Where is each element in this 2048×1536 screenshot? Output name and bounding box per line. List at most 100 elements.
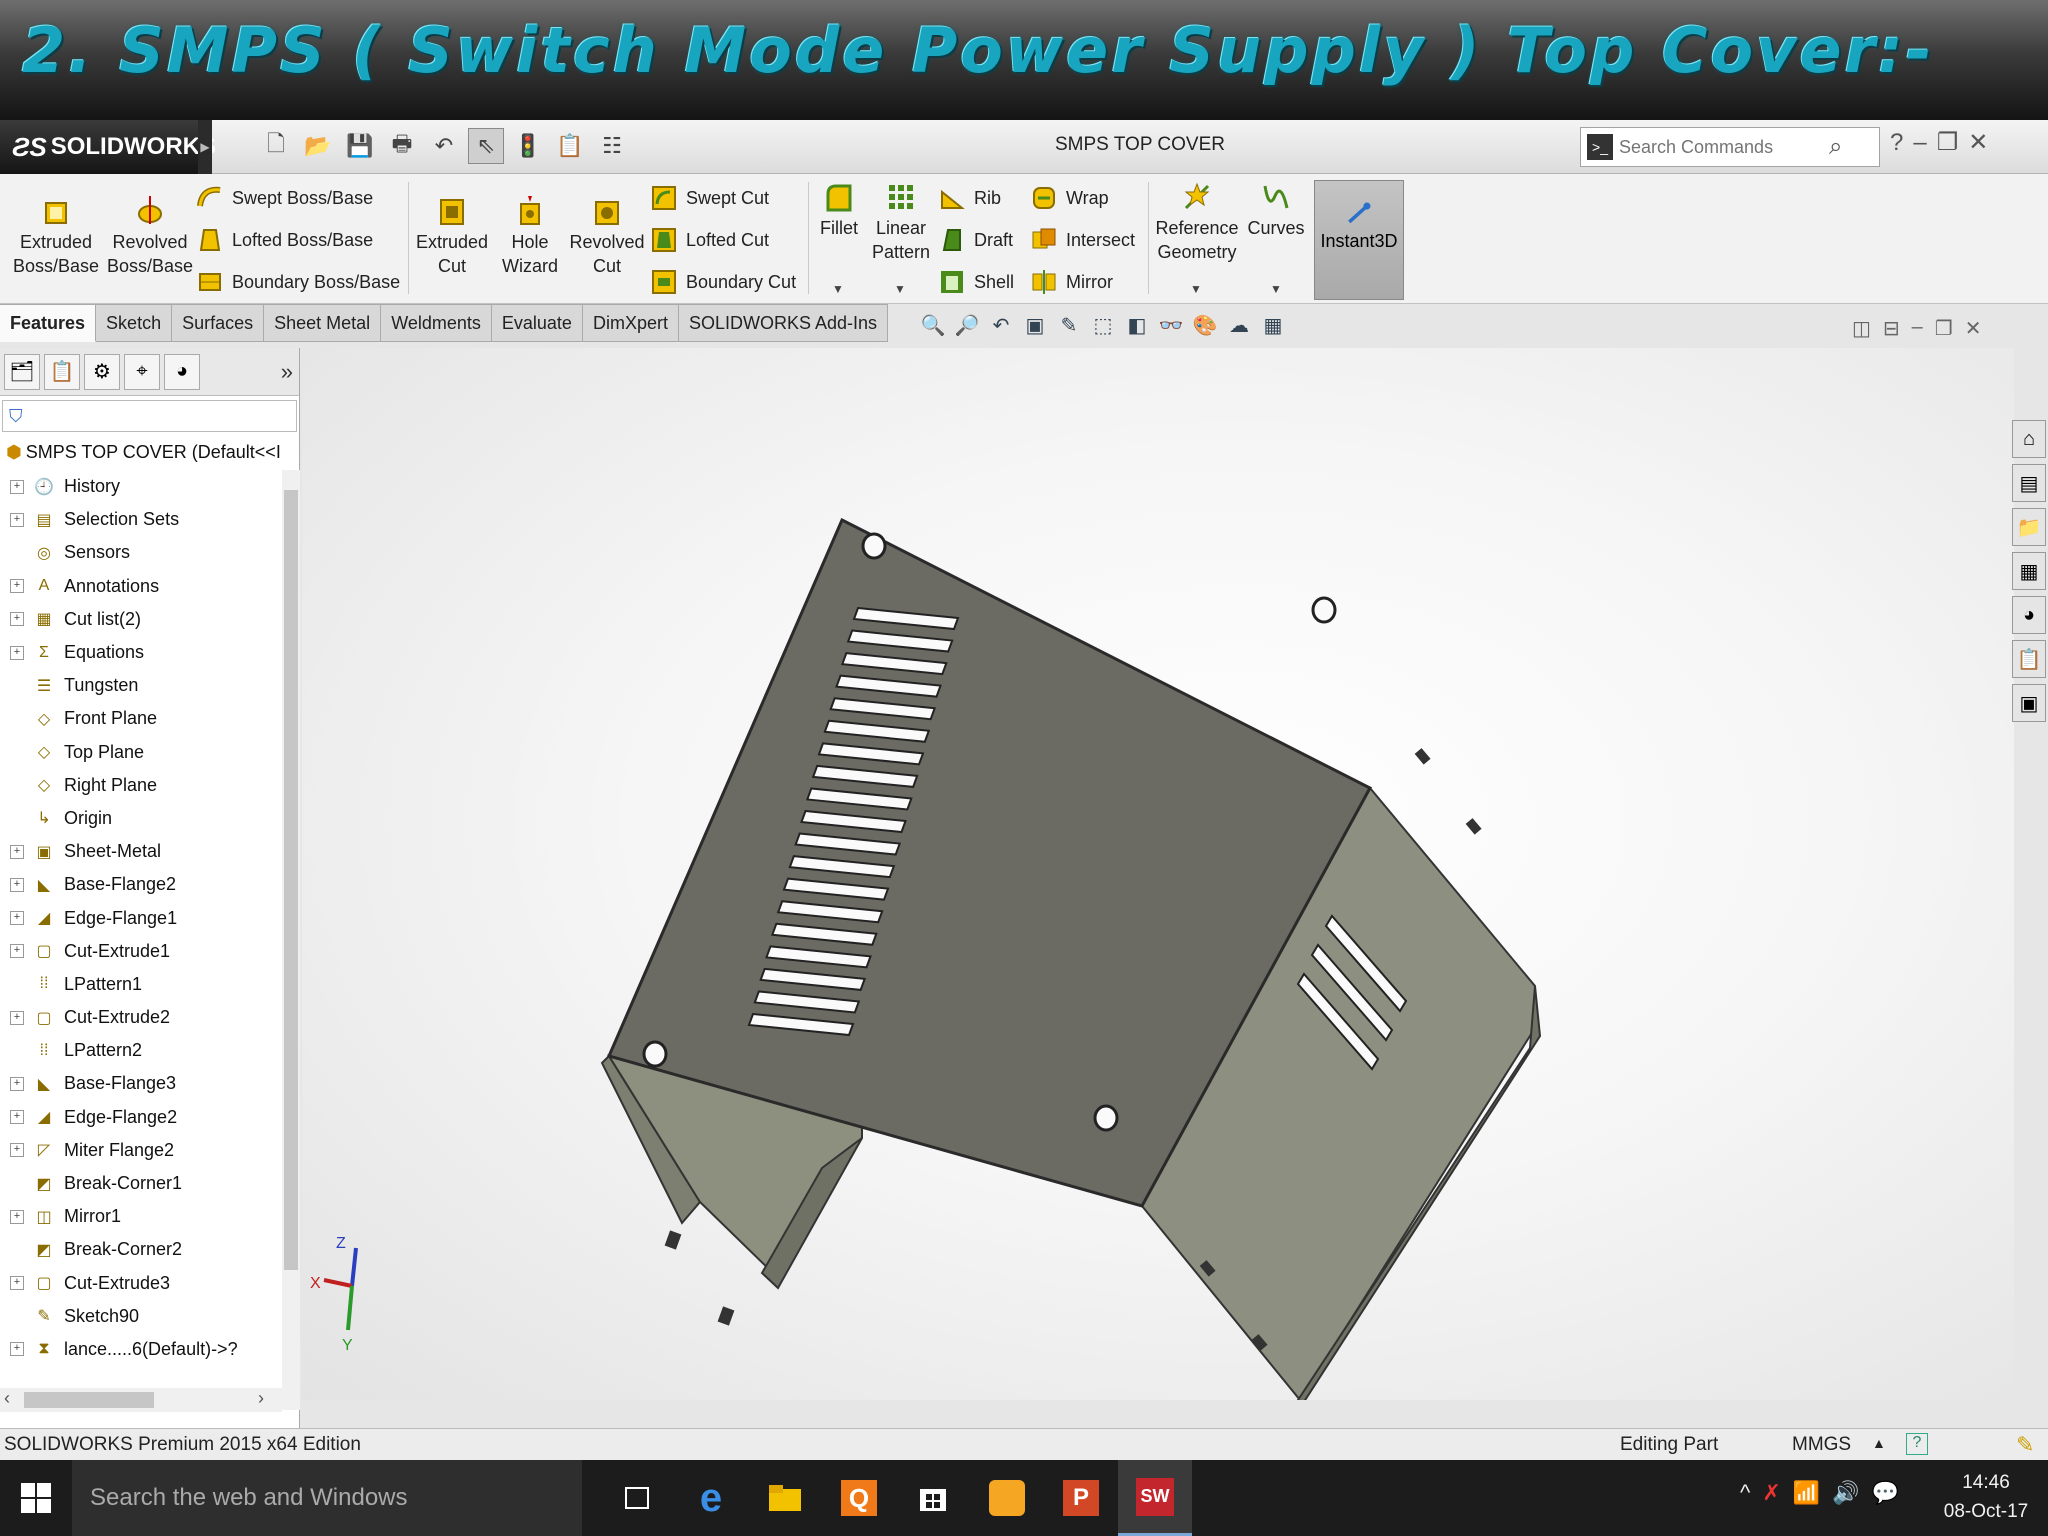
feature-tree-item[interactable]: + A Annotations: [0, 570, 282, 603]
previous-view-icon[interactable]: ↶: [988, 312, 1014, 338]
solidworks-resources-icon[interactable]: ⌂: [2012, 420, 2046, 458]
taskbar-clock[interactable]: 14:46 08-Oct-17: [1926, 1468, 2046, 1526]
swept-cut-button[interactable]: Swept Cut: [650, 184, 769, 212]
feature-tree-item[interactable]: ◩ Break-Corner2: [0, 1233, 282, 1266]
rebuild-status-icon[interactable]: ✎: [2016, 1432, 2034, 1458]
antivirus-icon[interactable]: ✗: [1762, 1480, 1780, 1506]
windows-start-button[interactable]: [0, 1460, 72, 1536]
solidworks-menu-button[interactable]: ƧS SOLIDWORKS ▶: [0, 120, 216, 174]
feature-tree-item[interactable]: + ▦ Cut list(2): [0, 603, 282, 636]
reference-geometry-button[interactable]: Reference Geometry: [1152, 180, 1242, 264]
open-document-icon[interactable]: 📂: [300, 128, 336, 164]
graphics-area[interactable]: Z X Y: [302, 348, 2014, 1400]
unit-dropdown-icon[interactable]: ▲: [1872, 1435, 1886, 1451]
draft-button[interactable]: Draft: [938, 226, 1013, 254]
file-explorer-taskbar-icon[interactable]: [748, 1460, 822, 1536]
feature-tree-vertical-scrollbar[interactable]: [282, 470, 300, 1410]
feature-tree-item[interactable]: ◎ Sensors: [0, 536, 282, 569]
tab-surfaces[interactable]: Surfaces: [172, 304, 265, 342]
display-manager-icon[interactable]: ◕: [164, 353, 200, 390]
feature-tree-item[interactable]: + ▤ Selection Sets: [0, 503, 282, 536]
expand-toggle-icon[interactable]: +: [10, 1276, 24, 1291]
zoom-to-area-icon[interactable]: 🔎: [954, 312, 980, 338]
reference-geometry-dropdown-icon[interactable]: ▼: [1190, 282, 1202, 296]
linear-pattern-button[interactable]: Linear Pattern: [866, 180, 936, 264]
search-commands-input[interactable]: [1619, 136, 1829, 158]
wrap-button[interactable]: Wrap: [1030, 184, 1109, 212]
mirror-button[interactable]: Mirror: [1030, 268, 1113, 296]
expand-toggle-icon[interactable]: +: [10, 512, 24, 527]
powerpoint-icon[interactable]: P: [1044, 1460, 1118, 1536]
hole-wizard-button[interactable]: Hole Wizard: [494, 194, 566, 278]
dimxpert-manager-icon[interactable]: ⌖: [124, 353, 160, 390]
rebuild-icon[interactable]: 🚦: [510, 128, 546, 164]
expand-toggle-icon[interactable]: +: [10, 1342, 24, 1357]
unit-system-button[interactable]: MMGS: [1792, 1434, 1851, 1456]
store-icon[interactable]: [896, 1460, 970, 1536]
hscroll-thumb[interactable]: [24, 1392, 154, 1408]
options-icon[interactable]: ☷: [594, 128, 630, 164]
expand-toggle-icon[interactable]: +: [10, 944, 24, 959]
taskbar-search-box[interactable]: Search the web and Windows: [72, 1460, 582, 1536]
design-library-icon[interactable]: ▤: [2012, 464, 2046, 502]
tab-features[interactable]: Features: [0, 304, 97, 342]
expand-toggle-icon[interactable]: +: [10, 612, 24, 627]
new-document-icon[interactable]: 🗋: [258, 128, 294, 164]
zoom-to-fit-icon[interactable]: 🔍: [920, 312, 946, 338]
smps-top-cover-model[interactable]: Z X Y: [302, 348, 2014, 1400]
feature-tree-item[interactable]: + ▣ Sheet-Metal: [0, 835, 282, 868]
expand-toggle-icon[interactable]: +: [10, 1143, 24, 1158]
instant3d-button[interactable]: Instant3D: [1314, 180, 1404, 300]
feature-tree-item[interactable]: + ▢ Cut-Extrude2: [0, 1001, 282, 1034]
viewport-minimize-icon[interactable]: –: [1912, 316, 1923, 341]
configuration-manager-icon[interactable]: ⚙: [84, 353, 120, 390]
feature-tree-item[interactable]: ◇ Front Plane: [0, 702, 282, 735]
close-icon[interactable]: ✕: [1968, 128, 1988, 157]
feature-tree-item[interactable]: ☰ Tungsten: [0, 669, 282, 702]
lofted-cut-button[interactable]: Lofted Cut: [650, 226, 769, 254]
feature-tree-item[interactable]: ◩ Break-Corner1: [0, 1167, 282, 1200]
search-commands-box[interactable]: >_ ⌕: [1580, 127, 1880, 167]
view-palette-icon[interactable]: ▦: [2012, 552, 2046, 590]
undo-icon[interactable]: ↶: [426, 128, 462, 164]
appearances-icon[interactable]: ◕: [2012, 596, 2046, 634]
show-hidden-icons-icon[interactable]: ^: [1740, 1480, 1750, 1506]
edit-appearance-icon[interactable]: 🎨: [1192, 312, 1218, 338]
tab-evaluate[interactable]: Evaluate: [491, 304, 583, 342]
quick-tips-icon[interactable]: ?: [1906, 1433, 1928, 1455]
expand-toggle-icon[interactable]: +: [10, 645, 24, 660]
action-center-icon[interactable]: 💬: [1872, 1480, 1899, 1506]
extruded-cut-button[interactable]: Extruded Cut: [412, 194, 492, 278]
feature-tree-item[interactable]: + ▢ Cut-Extrude1: [0, 935, 282, 968]
viewport-close-icon[interactable]: ✕: [1965, 316, 1982, 341]
feature-tree-item[interactable]: + ◢ Edge-Flange2: [0, 1101, 282, 1134]
feature-manager-tree-icon[interactable]: 🗂: [4, 353, 40, 390]
feature-tree-item[interactable]: + Σ Equations: [0, 636, 282, 669]
feature-tree-horizontal-scrollbar[interactable]: ‹ ›: [0, 1388, 282, 1412]
task-view-icon[interactable]: [600, 1460, 674, 1536]
feature-tree-item[interactable]: + ◣ Base-Flange2: [0, 868, 282, 901]
tab-sketch[interactable]: Sketch: [96, 304, 173, 342]
feature-tree-item[interactable]: ◇ Top Plane: [0, 736, 282, 769]
scroll-right-icon[interactable]: ›: [258, 1388, 264, 1409]
revolved-boss-button[interactable]: Revolved Boss/Base: [106, 194, 194, 278]
feature-tree-item[interactable]: ✎ Sketch90: [0, 1300, 282, 1333]
split-vertical-icon[interactable]: ◫: [1852, 316, 1871, 341]
boundary-cut-button[interactable]: Boundary Cut: [650, 268, 796, 296]
feature-tree-item[interactable]: ◇ Right Plane: [0, 769, 282, 802]
minimize-icon[interactable]: –: [1913, 129, 1926, 157]
select-pointer-icon[interactable]: ⇖: [468, 128, 504, 164]
feature-tree-item[interactable]: ⁞⁞ LPattern2: [0, 1034, 282, 1067]
part-root-node[interactable]: ⬢ SMPS TOP COVER (Default<<I: [0, 436, 282, 468]
solidworks-taskbar-icon[interactable]: SW: [1118, 1460, 1192, 1536]
restore-icon[interactable]: ❐: [1937, 128, 1959, 157]
network-icon[interactable]: 📶: [1793, 1480, 1820, 1506]
lofted-boss-button[interactable]: Lofted Boss/Base: [196, 226, 373, 254]
print-icon[interactable]: 🖶: [384, 128, 420, 164]
swept-boss-button[interactable]: Swept Boss/Base: [196, 184, 373, 212]
shell-button[interactable]: Shell: [938, 268, 1014, 296]
tab-dimxpert[interactable]: DimXpert: [582, 304, 679, 342]
save-icon[interactable]: 💾: [342, 128, 378, 164]
dynamic-annotation-icon[interactable]: ✎: [1056, 312, 1082, 338]
feature-tree-item[interactable]: ↳ Origin: [0, 802, 282, 835]
